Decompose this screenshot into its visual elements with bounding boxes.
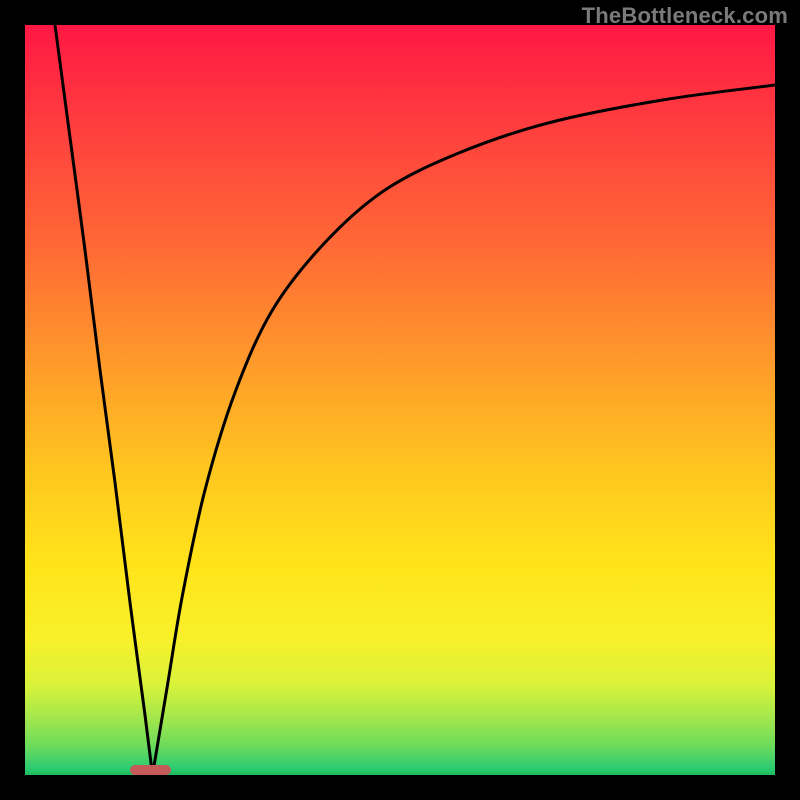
plot-area (25, 25, 775, 775)
chart-frame: TheBottleneck.com (0, 0, 800, 800)
highlight-bar (130, 765, 171, 775)
curve-path (55, 25, 775, 775)
curve-layer (25, 25, 775, 775)
